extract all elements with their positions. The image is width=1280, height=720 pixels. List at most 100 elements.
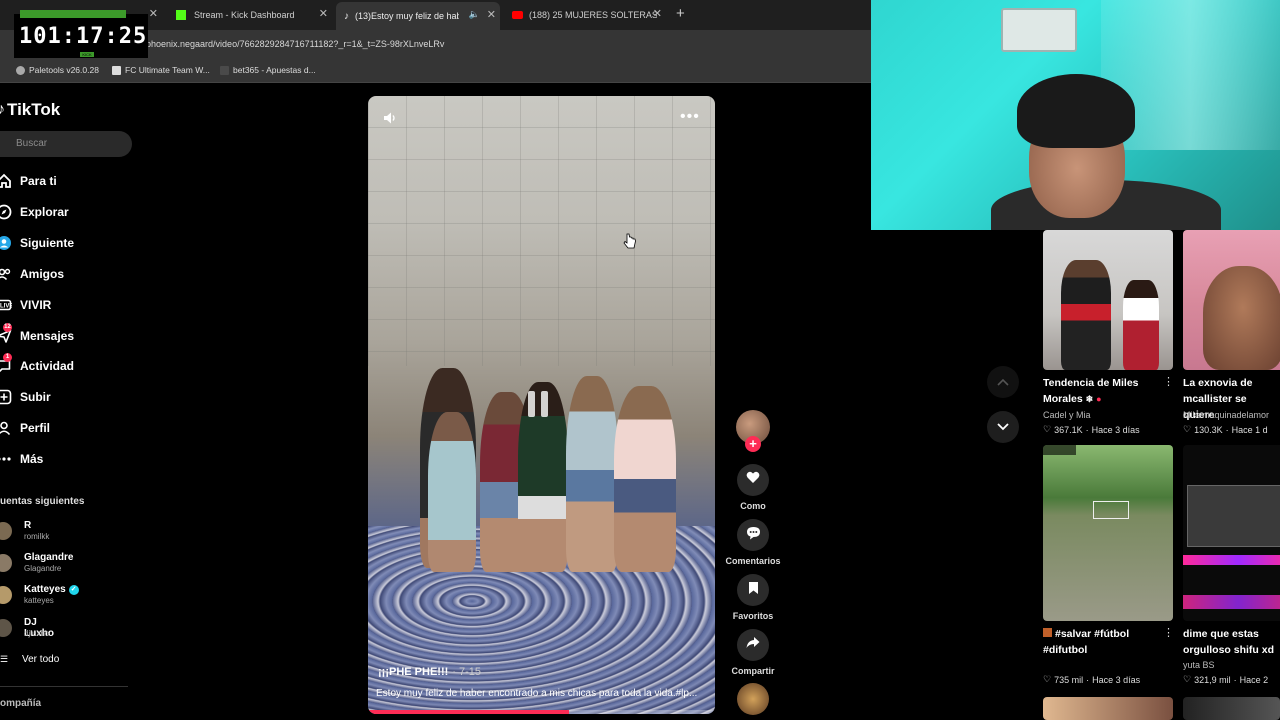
stream-timer-overlay: 101:17:25 KICK [14,10,148,58]
kick-favicon-icon [176,10,186,20]
new-tab-plus-icon[interactable]: + [676,5,685,22]
account-handle: katteyes [24,596,54,605]
video-thumbnail[interactable] [1043,697,1173,720]
tab-title: (188) 25 MUJERES SOLTERAS B [529,10,657,20]
video-ceiling [368,96,715,366]
browser-tab-3-active[interactable]: ♪ (13)Estoy muy feliz de habe 🔈 ✕ [336,2,500,30]
tiktok-note-icon: ♪ [0,101,5,118]
video-author[interactable]: ¡¡¡PHE PHE!!! · 7-15 [378,666,481,678]
timer-kick-label: KICK [80,52,94,57]
share-button[interactable] [737,629,769,661]
search-input[interactable] [14,137,128,150]
bookmark-bet365[interactable]: bet365 - Apuestas d... [220,65,316,75]
nav-label: Amigos [20,267,65,281]
more-options-icon[interactable]: ⋮ [1163,626,1174,639]
menu-lines-icon: ☰ [0,654,9,664]
avatar [0,522,12,540]
activity-badge: 1 [3,353,12,362]
thumb-stats: ♡ 367.1K · Hace 3 días [1043,424,1140,435]
search-box[interactable] [0,131,132,157]
thumb-title-line1: La exnovia de [1183,377,1253,389]
close-tab-icon[interactable]: ✕ [319,7,328,20]
volume-icon[interactable] [382,110,398,126]
dot-icon: ● [1096,394,1102,404]
like-button[interactable] [737,464,769,496]
video-thumbnail[interactable] [1183,697,1280,720]
company-heading: ompañía [0,698,42,709]
verified-badge-icon: ✓ [68,584,79,595]
thumb-author[interactable]: yuta BS [1183,660,1215,670]
thumb-title-text: Morales [1043,393,1083,405]
video-player[interactable]: ••• ¡¡¡PHE PHE!!! · 7-15 Estoy muy feliz… [368,96,715,714]
thumb-figure [1123,280,1159,370]
thumb-title[interactable]: Tendencia de Miles Morales ❄ ● [1043,375,1139,407]
video-thumbnail[interactable] [1043,445,1173,621]
video-thumbnail[interactable] [1043,230,1173,370]
bookmark-label: FC Ultimate Team W... [125,65,210,75]
tab-title: Stream - Kick Dashboard [194,10,295,20]
pause-icon[interactable] [528,391,554,417]
sidebar-divider [0,686,128,687]
thumb-title[interactable]: #salvar #fútbol #difutbol [1043,626,1129,658]
nav-label: Actividad [20,359,75,373]
avatar [0,586,12,604]
nav-item-subir[interactable]: Subir [0,386,51,408]
thumb-face [1203,266,1280,370]
music-disc-avatar[interactable] [737,683,769,715]
video-person [566,376,618,572]
bookmark-paletools[interactable]: Paletools v26.0.28 [16,65,99,75]
account-name: R [24,520,31,531]
thumb-title-line1: Tendencia de Miles [1043,377,1139,389]
bookmark-fc-ultimate[interactable]: FC Ultimate Team W... [112,65,210,75]
nav-item-amigos[interactable]: Amigos [0,263,64,285]
see-all-link[interactable]: ☰ Ver todo [0,654,59,665]
favorite-button[interactable] [737,574,769,606]
chevron-down-icon [997,418,1009,436]
follow-plus-button[interactable]: + [745,436,761,452]
next-video-button[interactable] [987,411,1019,443]
avatar [0,619,12,637]
timer-digits: 101:17:25 [19,24,148,49]
thumb-author[interactable]: Mikemaquinadelamor [1183,410,1269,420]
close-tab-icon[interactable]: ✕ [653,7,662,20]
nav-item-actividad[interactable]: 1 Actividad [0,353,75,377]
account-name: Glagandre [24,552,73,563]
nav-item-siguiente[interactable]: Siguiente [0,232,74,254]
nav-label: Explorar [20,205,69,219]
close-tab-icon[interactable]: ✕ [149,7,158,20]
bookmark-label: bet365 - Apuestas d... [233,65,316,75]
more-options-icon[interactable]: ⋮ [1163,375,1174,388]
home-icon [0,173,12,189]
thumb-title[interactable]: dime que estas orgulloso shifu xd [1183,626,1274,658]
more-dots-icon [0,451,12,467]
video-progress-bar[interactable] [368,710,715,714]
author-name: ¡¡¡PHE PHE!!! [378,666,449,678]
nav-item-mensajes[interactable]: 12 Mensajes [0,323,74,347]
nav-item-vivir[interactable]: LIVE VIVIR [0,294,51,316]
nav-item-explorar[interactable]: Explorar [0,201,69,223]
nav-label: Para ti [20,174,57,188]
see-all-label: Ver todo [22,654,60,665]
url-text[interactable]: phoenix.negaard/video/766282928471671118… [146,39,444,49]
thumb-views: 130.3K [1194,424,1223,435]
video-progress-fill [368,710,570,714]
thumb-author[interactable]: Cadel y Mia [1043,410,1091,420]
heart-icon [746,471,760,489]
thumb-stats: ♡ 735 mil · Hace 3 días [1043,674,1141,685]
previous-video-button[interactable] [987,366,1019,398]
nav-label: Siguiente [20,236,75,250]
video-thumbnail[interactable] [1183,445,1280,621]
thumb-title-line2: Morales ❄ ● [1043,391,1139,407]
nav-item-perfil[interactable]: Perfil [0,417,50,439]
nav-item-para-ti[interactable]: Para ti [0,170,57,192]
more-options-icon[interactable]: ••• [680,108,700,126]
thumb-overlay-text [1193,234,1280,262]
browser-tab-4[interactable]: (188) 25 MUJERES SOLTERAS B ✕ [504,4,666,26]
favorites-label: Favoritos [732,611,774,621]
tiktok-logo[interactable]: ♪ TikTok [0,100,60,120]
browser-tab-2[interactable]: Stream - Kick Dashboard ✕ [170,4,332,26]
video-thumbnail[interactable] [1183,230,1280,370]
nav-item-mas[interactable]: Más [0,448,43,470]
close-tab-icon[interactable]: ✕ [487,8,496,21]
comment-button[interactable] [737,519,769,551]
